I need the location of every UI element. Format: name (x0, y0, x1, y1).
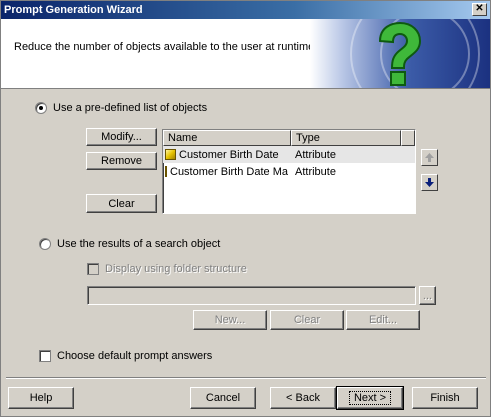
edit-button-label: Edit... (368, 314, 398, 326)
title-bar: Prompt Generation Wizard ✕ (1, 1, 490, 19)
attribute-icon (165, 166, 167, 177)
list-item[interactable]: Customer Birth Date Attribute (163, 146, 415, 163)
cancel-button-label: Cancel (205, 392, 241, 404)
folder-structure-option: Display using folder structure (87, 263, 247, 275)
list-item-name: Customer Birth Date Ma... (170, 165, 289, 178)
clear-search-button-label: Clear (293, 314, 321, 326)
search-object-radio[interactable] (39, 238, 51, 250)
list-item-name-cell: Customer Birth Date (163, 149, 289, 161)
predefined-list-label: Use a pre-defined list of objects (53, 102, 208, 114)
finish-button[interactable]: Finish (412, 387, 478, 409)
column-name-header[interactable]: Name (163, 130, 291, 146)
list-header: Name Type (163, 130, 415, 146)
move-down-button[interactable] (421, 174, 438, 191)
folder-structure-label: Display using folder structure (105, 263, 247, 275)
modify-button-label: Modify... (101, 131, 142, 143)
search-object-option[interactable]: Use the results of a search object (39, 238, 220, 250)
wizard-window: Prompt Generation Wizard ✕ Reduce the nu… (0, 0, 491, 417)
search-object-field[interactable] (87, 286, 416, 305)
list-item-type: Attribute (295, 165, 336, 178)
column-type-header[interactable]: Type (291, 130, 401, 146)
list-item-name-cell: Customer Birth Date Ma... (163, 166, 289, 178)
list-item[interactable]: Customer Birth Date Ma... Attribute (163, 163, 415, 180)
default-answers-label: Choose default prompt answers (57, 350, 213, 362)
edit-button[interactable]: Edit... (346, 310, 420, 330)
clear-objects-button[interactable]: Clear (86, 194, 157, 213)
predefined-list-option[interactable]: Use a pre-defined list of objects (35, 102, 207, 114)
new-button-label: New... (214, 314, 246, 326)
clear-objects-button-label: Clear (108, 197, 135, 210)
modify-button[interactable]: Modify... (86, 128, 157, 146)
arrow-down-icon (425, 178, 434, 187)
close-icon: ✕ (475, 3, 484, 14)
next-button-label: Next > (348, 391, 392, 405)
header-graphic (310, 19, 490, 88)
question-mark-icon (378, 21, 422, 86)
attribute-icon (165, 149, 176, 160)
window-title: Prompt Generation Wizard (4, 4, 143, 16)
next-button[interactable]: Next > (336, 386, 404, 410)
wizard-header: Reduce the number of objects available t… (1, 19, 490, 89)
header-description: Reduce the number of objects available t… (14, 41, 318, 53)
cancel-button[interactable]: Cancel (190, 387, 256, 409)
finish-button-label: Finish (430, 392, 460, 404)
clear-search-button[interactable]: Clear (270, 310, 344, 330)
new-button[interactable]: New... (193, 310, 267, 330)
folder-structure-checkbox[interactable] (87, 263, 99, 275)
predefined-list-radio[interactable] (35, 102, 47, 114)
remove-button[interactable]: Remove (86, 152, 157, 170)
back-button-label: < Back (286, 392, 320, 404)
browse-button[interactable]: ... (419, 286, 436, 305)
move-up-button[interactable] (421, 149, 438, 166)
back-button[interactable]: < Back (270, 387, 336, 409)
default-answers-checkbox[interactable] (39, 350, 51, 362)
close-button[interactable]: ✕ (472, 3, 487, 16)
arrow-up-icon (425, 153, 434, 162)
objects-list[interactable]: Name Type Customer Birth Date Attribute … (162, 129, 416, 214)
footer-divider (6, 377, 486, 379)
default-answers-option[interactable]: Choose default prompt answers (39, 350, 212, 362)
list-item-type: Attribute (295, 148, 336, 161)
help-button-label: Help (29, 392, 53, 404)
list-item-name: Customer Birth Date (179, 148, 279, 161)
search-object-label: Use the results of a search object (57, 238, 221, 250)
help-button[interactable]: Help (8, 387, 74, 409)
remove-button-label: Remove (101, 155, 142, 167)
column-filler (401, 130, 415, 146)
browse-button-label: ... (422, 289, 433, 302)
